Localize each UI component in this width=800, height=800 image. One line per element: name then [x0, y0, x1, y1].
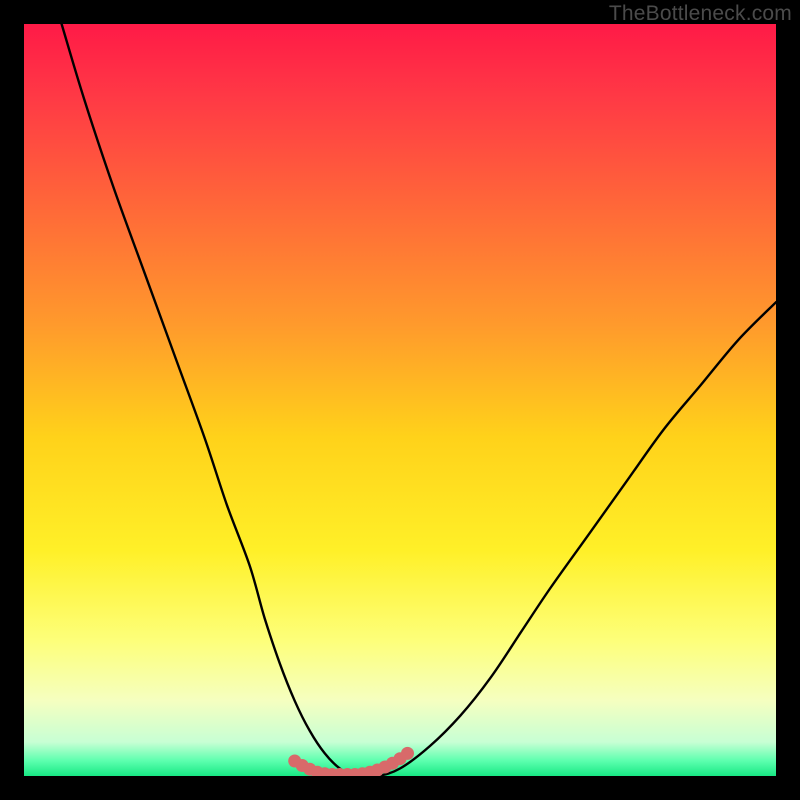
- plot-area: [24, 24, 776, 776]
- chart-frame: TheBottleneck.com: [0, 0, 800, 800]
- bottleneck-chart: [24, 24, 776, 776]
- valley-dot: [401, 747, 414, 760]
- watermark-text: TheBottleneck.com: [609, 2, 792, 26]
- bottleneck-curve: [62, 24, 776, 776]
